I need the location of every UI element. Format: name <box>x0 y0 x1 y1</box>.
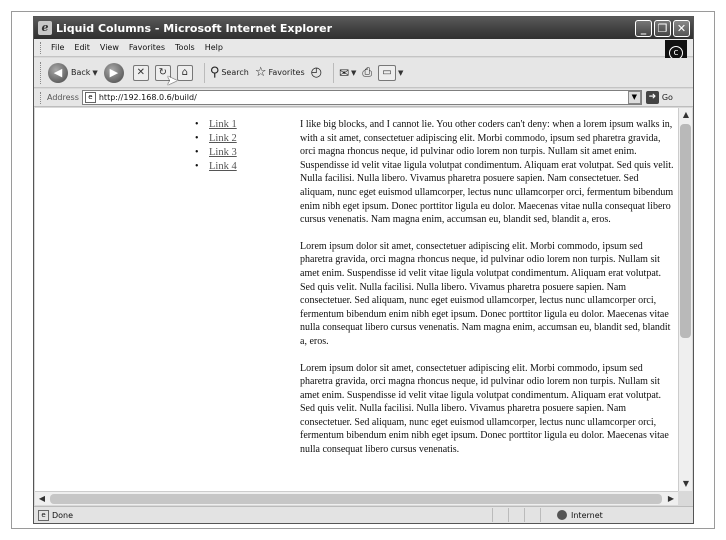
maximize-button[interactable]: ❐ <box>654 19 671 37</box>
go-arrow-icon: ➜ <box>645 91 659 104</box>
address-label: Address <box>47 93 79 102</box>
menu-bar: File Edit View Favorites Tools Help <box>34 39 693 57</box>
page-done-icon: e <box>38 509 49 521</box>
forward-button[interactable]: ▶ <box>103 62 127 83</box>
search-button[interactable]: ⚲ Search <box>210 65 249 80</box>
close-button[interactable]: ✕ <box>673 19 690 37</box>
status-pane <box>492 508 508 522</box>
toolbar-grip[interactable] <box>40 61 43 84</box>
edit-button[interactable]: ▭ ▼ <box>378 64 403 81</box>
globe-icon <box>557 510 567 520</box>
toolbar-grip[interactable] <box>40 41 43 54</box>
title-bar[interactable]: e Liquid Columns - Microsoft Internet Ex… <box>34 17 693 39</box>
standard-toolbar: ◀ Back ▼ ▶ ✕ ↻ ⌂ ⚲ Search ☆ Favorites ◴ <box>34 58 693 88</box>
window-title: Liquid Columns - Microsoft Internet Expl… <box>56 21 333 35</box>
chevron-down-icon[interactable]: ▼ <box>351 69 356 77</box>
horizontal-scroll-thumb[interactable] <box>50 494 662 504</box>
toolbar-separator <box>332 62 334 83</box>
address-dropdown-icon[interactable]: ▼ <box>627 91 641 104</box>
nav-link-2[interactable]: Link 2 <box>209 133 237 144</box>
status-pane <box>524 508 540 522</box>
chevron-down-icon[interactable]: ▼ <box>92 69 97 77</box>
scroll-down-icon[interactable]: ▼ <box>679 477 693 491</box>
mouse-cursor-icon: ➤ <box>166 73 178 89</box>
vertical-scrollbar[interactable]: ▲ ▼ <box>678 108 692 491</box>
nav-link-1[interactable]: Link 1 <box>209 119 237 130</box>
nav-link-3[interactable]: Link 3 <box>209 147 237 158</box>
address-input[interactable] <box>98 93 628 102</box>
status-text: Done <box>52 510 74 520</box>
main-column: I like big blocks, and I cannot lie. You… <box>300 118 675 470</box>
history-button[interactable]: ◴ <box>311 65 322 80</box>
address-bar: Address e ▼ ➜ Go <box>34 89 693 107</box>
menu-view[interactable]: View <box>100 43 119 52</box>
status-pane <box>508 508 524 522</box>
print-button[interactable]: ⎙ <box>362 65 372 80</box>
back-label: Back <box>71 68 91 77</box>
scroll-right-icon[interactable]: ▶ <box>664 492 678 506</box>
status-bar: e Done Internet <box>34 506 693 523</box>
paragraph-2: Lorem ipsum dolor sit amet, consectetuer… <box>300 240 671 347</box>
edit-page-icon: ▭ <box>378 64 397 81</box>
list-item: Link 2 <box>195 132 237 146</box>
page-content: Link 1 Link 2 Link 3 Link 4 I like big b… <box>35 108 678 491</box>
minimize-button[interactable]: _ <box>635 19 652 37</box>
favorites-label: Favorites <box>268 68 305 77</box>
paragraph-1: I like big blocks, and I cannot lie. You… <box>300 119 674 226</box>
mail-button[interactable]: ✉ ▼ <box>339 66 356 80</box>
home-button[interactable]: ⌂ <box>176 64 193 81</box>
menu-tools[interactable]: Tools <box>175 43 195 52</box>
throbber: c <box>665 40 687 60</box>
list-item: Link 1 <box>195 118 237 132</box>
stop-button[interactable]: ✕ <box>132 64 149 81</box>
menu-favorites[interactable]: Favorites <box>129 43 165 52</box>
history-icon: ◴ <box>310 65 322 80</box>
home-icon: ⌂ <box>176 64 193 81</box>
menu-help[interactable]: Help <box>205 43 223 52</box>
go-label: Go <box>661 93 673 102</box>
toolbar-grip[interactable] <box>40 91 43 104</box>
address-field[interactable]: e ▼ <box>81 90 642 105</box>
page-icon: e <box>84 92 96 103</box>
zone-label: Internet <box>571 510 603 520</box>
forward-arrow-icon: ▶ <box>103 62 124 83</box>
favorites-button[interactable]: ☆ Favorites <box>255 65 305 80</box>
search-icon: ⚲ <box>209 65 220 80</box>
browser-window: e Liquid Columns - Microsoft Internet Ex… <box>33 16 694 524</box>
scroll-left-icon[interactable]: ◀ <box>35 492 49 506</box>
vertical-scroll-thumb[interactable] <box>680 124 691 338</box>
list-item: Link 4 <box>195 160 237 174</box>
menu-edit[interactable]: Edit <box>74 43 90 52</box>
toolbar-separator <box>203 62 205 83</box>
star-icon: ☆ <box>254 65 267 80</box>
printer-icon: ⎙ <box>362 65 373 79</box>
menu-file[interactable]: File <box>51 43 64 52</box>
search-label: Search <box>221 68 249 77</box>
back-button[interactable]: ◀ Back ▼ <box>48 62 98 83</box>
list-item: Link 3 <box>195 146 237 160</box>
nav-list: Link 1 Link 2 Link 3 Link 4 <box>195 118 237 174</box>
go-button[interactable]: ➜ Go <box>645 91 673 104</box>
ie-logo-icon: e <box>38 21 52 35</box>
paragraph-3: Lorem ipsum dolor sit amet, consectetuer… <box>300 362 669 456</box>
nav-link-4[interactable]: Link 4 <box>209 161 237 172</box>
horizontal-scrollbar[interactable]: ◀ ▶ <box>35 491 678 505</box>
back-arrow-icon: ◀ <box>48 62 68 83</box>
security-zone: Internet <box>540 508 693 522</box>
mail-icon: ✉ <box>338 65 350 80</box>
chevron-down-icon[interactable]: ▼ <box>398 69 403 77</box>
scroll-up-icon[interactable]: ▲ <box>679 108 693 122</box>
stop-icon: ✕ <box>132 64 149 81</box>
